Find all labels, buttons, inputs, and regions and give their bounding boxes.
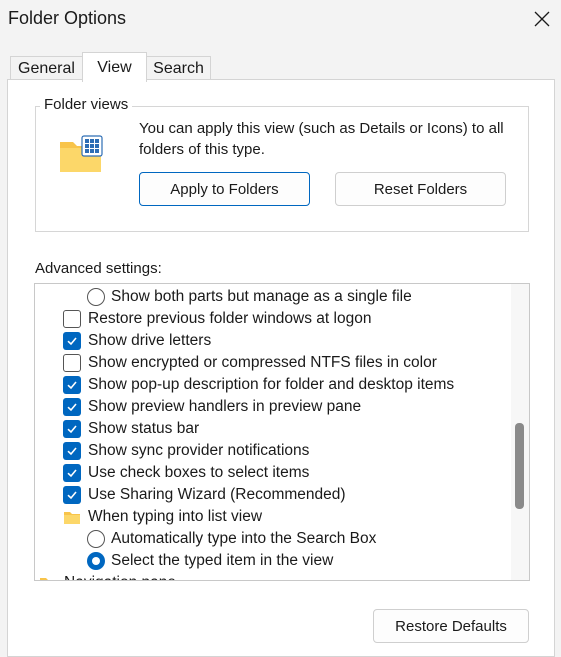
radio-unselected[interactable] <box>87 288 105 306</box>
setting-row[interactable]: Select the typed item in the view <box>87 550 333 572</box>
setting-label: When typing into list view <box>88 508 263 525</box>
setting-row[interactable]: Use check boxes to select items <box>63 462 309 484</box>
setting-label: Navigation pane <box>64 574 176 580</box>
reset-folders-button[interactable]: Reset Folders <box>335 172 506 206</box>
setting-label: Show drive letters <box>88 332 212 349</box>
setting-row[interactable]: Show pop-up description for folder and d… <box>63 374 454 396</box>
restore-defaults-button[interactable]: Restore Defaults <box>373 609 529 643</box>
scrollbar-thumb[interactable] <box>515 423 524 509</box>
setting-label: Show status bar <box>88 420 200 437</box>
checkbox-checked[interactable] <box>63 464 81 482</box>
radio-selected[interactable] <box>87 552 105 570</box>
setting-label: Show preview handlers in preview pane <box>88 398 362 415</box>
setting-label: Restore previous folder windows at logon <box>88 310 372 327</box>
checkmark-icon <box>67 469 77 478</box>
folder-views-legend: Folder views <box>40 96 133 113</box>
checkmark-icon <box>67 381 77 390</box>
setting-label: Show both parts but manage as a single f… <box>111 288 412 305</box>
checkbox-checked[interactable] <box>63 442 81 460</box>
checkmark-icon <box>67 447 77 456</box>
title-bar: Folder Options <box>0 0 561 40</box>
checkmark-icon <box>67 425 77 434</box>
setting-row[interactable]: Show encrypted or compressed NTFS files … <box>63 352 437 374</box>
close-icon <box>534 11 550 27</box>
checkmark-icon <box>67 403 77 412</box>
checkbox-unchecked[interactable] <box>63 310 81 328</box>
checkbox-checked[interactable] <box>63 486 81 504</box>
setting-row[interactable]: Show both parts but manage as a single f… <box>87 286 412 308</box>
folder-icon <box>40 577 56 580</box>
setting-row[interactable]: Use Sharing Wizard (Recommended) <box>63 484 346 506</box>
setting-row[interactable]: Navigation pane <box>39 572 176 580</box>
tab-search[interactable]: Search <box>146 56 211 80</box>
checkmark-icon <box>67 491 77 500</box>
setting-label: Show pop-up description for folder and d… <box>88 376 455 393</box>
setting-row[interactable]: When typing into list view <box>63 506 262 528</box>
setting-row[interactable]: Show status bar <box>63 418 199 440</box>
window-title: Folder Options <box>8 8 127 28</box>
folder-view-icon <box>60 135 103 172</box>
apply-to-folders-button[interactable]: Apply to Folders <box>139 172 310 206</box>
tab-strip: General View Search <box>0 52 561 82</box>
folder-icon <box>64 511 80 524</box>
setting-label: Show sync provider notifications <box>88 442 310 459</box>
checkmark-icon <box>67 337 77 346</box>
setting-label: Automatically type into the Search Box <box>111 530 377 547</box>
setting-label: Use Sharing Wizard (Recommended) <box>88 486 346 503</box>
folder-views-description: You can apply this view (such as Details… <box>139 120 504 158</box>
setting-row[interactable]: Show drive letters <box>63 330 211 352</box>
setting-row[interactable]: Show preview handlers in preview pane <box>63 396 361 418</box>
setting-row[interactable]: Automatically type into the Search Box <box>87 528 376 550</box>
setting-label: Select the typed item in the view <box>111 552 334 569</box>
radio-unselected[interactable] <box>87 530 105 548</box>
setting-row[interactable]: Show sync provider notifications <box>63 440 309 462</box>
scrollbar[interactable] <box>511 284 529 580</box>
checkbox-checked[interactable] <box>63 420 81 438</box>
checkbox-checked[interactable] <box>63 332 81 350</box>
setting-row[interactable]: Restore previous folder windows at logon <box>63 308 371 330</box>
checkbox-unchecked[interactable] <box>63 354 81 372</box>
checkbox-checked[interactable] <box>63 398 81 416</box>
tab-general[interactable]: General <box>10 56 83 80</box>
close-button[interactable] <box>526 4 558 34</box>
advanced-settings-list[interactable]: Show both parts but manage as a single f… <box>34 283 530 581</box>
setting-label: Use check boxes to select items <box>88 464 310 481</box>
setting-label: Show encrypted or compressed NTFS files … <box>88 354 437 371</box>
advanced-settings-label: Advanced settings: <box>35 260 162 277</box>
tab-view[interactable]: View <box>82 52 147 82</box>
checkbox-checked[interactable] <box>63 376 81 394</box>
